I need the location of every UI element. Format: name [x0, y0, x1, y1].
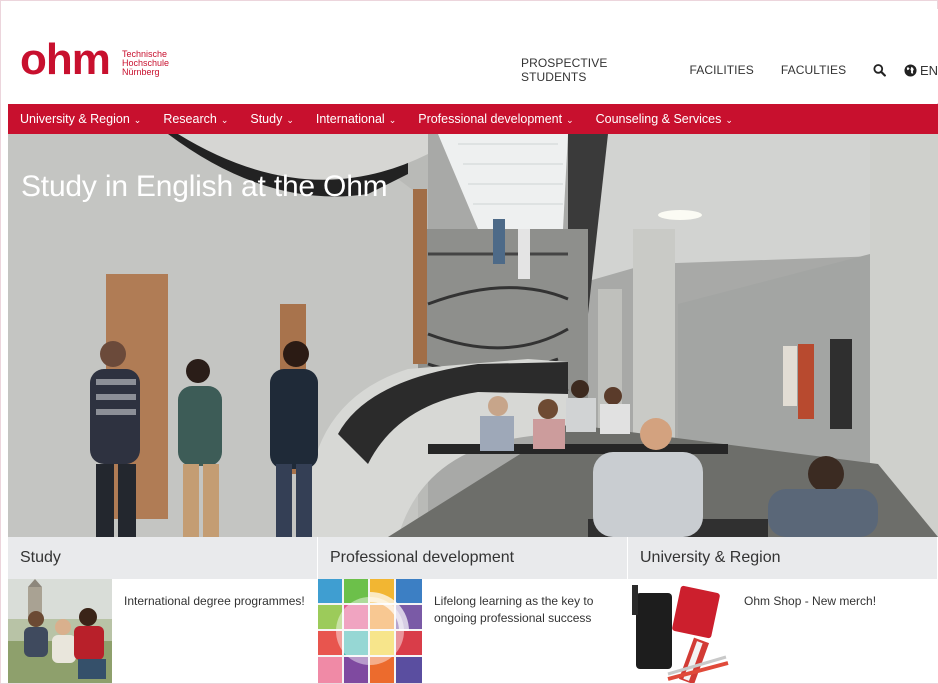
nav-facilities[interactable]: FACILITIES [689, 63, 753, 77]
card-thumbnail [318, 579, 422, 683]
card-thumbnail [8, 579, 112, 683]
hero-banner[interactable]: Study in English at the Ohm [8, 134, 938, 537]
mainnav-counseling-services[interactable]: Counseling & Services ⌄ [596, 112, 733, 126]
mainnav-professional-development[interactable]: Professional development ⌄ [418, 112, 573, 126]
mainnav-label: Professional development [418, 112, 563, 126]
card-heading: Study [8, 537, 318, 579]
chevron-down-icon: ⌄ [220, 114, 229, 125]
chevron-down-icon: ⌄ [133, 114, 142, 125]
search-icon[interactable] [873, 63, 886, 77]
nav-faculties[interactable]: FACULTIES [781, 63, 846, 77]
mainnav-label: Counseling & Services [595, 112, 722, 126]
mainnav-label: Research [163, 112, 217, 126]
card-link-text[interactable]: Lifelong learning as the key to ongoing … [422, 579, 628, 683]
card-heading: University & Region [628, 537, 938, 579]
chevron-down-icon: ⌄ [566, 114, 574, 125]
card-thumbnail [628, 579, 732, 683]
mainnav-label: International [315, 112, 385, 126]
mainnav-research[interactable]: Research ⌄ [163, 112, 228, 126]
teaser-card-study[interactable]: Study International degree programmes! [8, 537, 318, 683]
language-label: EN [919, 62, 938, 78]
hero-title: Study in English at the Ohm [21, 170, 388, 203]
card-link-text[interactable]: International degree programmes! [112, 579, 315, 683]
mainnav-study[interactable]: Study ⌄ [250, 112, 294, 126]
mainnav-label: Study [250, 112, 283, 126]
teaser-card-university-region[interactable]: University & Region Ohm Shop - New merch… [628, 537, 938, 683]
ohm-logo[interactable]: ohm Technische Hochschule Nürnberg [20, 41, 169, 81]
mainnav-label: University & Region [20, 112, 130, 126]
top-navigation: PROSPECTIVE STUDENTS FACILITIES FACULTIE… [521, 56, 938, 84]
site-header: ohm Technische Hochschule Nürnberg PROSP… [8, 9, 938, 103]
ohm-logo-mark: ohm [20, 41, 111, 81]
mainnav-international[interactable]: International ⌄ [316, 112, 396, 126]
language-switcher[interactable]: EN [904, 63, 938, 78]
teaser-card-professional-development[interactable]: Professional development Lifelong learni… [318, 537, 628, 683]
card-heading: Professional development [318, 537, 628, 579]
chevron-down-icon: ⌄ [388, 114, 397, 125]
globe-icon [904, 63, 917, 77]
chevron-down-icon: ⌄ [286, 114, 294, 125]
main-navigation: University & Region ⌄ Research ⌄ Study ⌄ In… [8, 104, 938, 134]
logo-subtitle: Technische Hochschule Nürnberg [122, 50, 169, 77]
card-link-text[interactable]: Ohm Shop - New merch! [732, 579, 886, 683]
logo-subtitle-line: Nürnberg [122, 67, 160, 77]
nav-prospective-students[interactable]: PROSPECTIVE STUDENTS [521, 56, 662, 84]
logo-wordmark: ohm [20, 41, 110, 81]
mainnav-university-region[interactable]: University & Region ⌄ [20, 112, 141, 126]
teaser-cards: Study International degree programmes! P… [8, 537, 938, 683]
chevron-down-icon: ⌄ [725, 114, 733, 125]
